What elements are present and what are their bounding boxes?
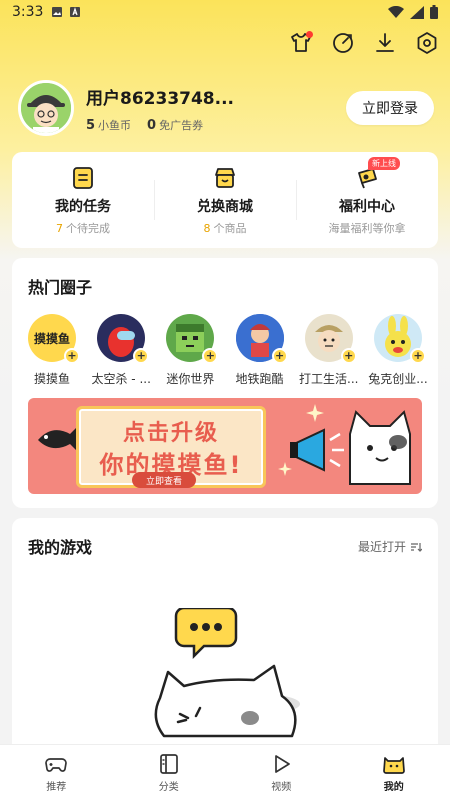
join-plus-icon[interactable]: + — [409, 348, 426, 364]
tab-recommend-label: 推荐 — [46, 781, 67, 793]
circle-name: 打工生活... — [299, 372, 359, 386]
coins-value: 5 — [86, 117, 96, 133]
coupons-value: 0 — [147, 117, 157, 133]
welfare-center-title: 福利中心 — [339, 198, 395, 215]
circle-name: 迷你世界 — [166, 372, 215, 386]
cat-face-icon — [382, 756, 405, 774]
shop-icon — [215, 167, 235, 188]
join-plus-icon[interactable]: + — [133, 348, 150, 364]
status-time: 3:33 — [12, 4, 44, 20]
category-icon — [159, 753, 178, 774]
tab-video[interactable]: 视频 — [225, 745, 338, 800]
circle-avatar: + — [97, 314, 150, 364]
bottom-tab-bar: 推荐 分类 视频 我的 — [0, 744, 450, 800]
join-plus-icon[interactable]: + — [340, 348, 357, 364]
signal-icon — [410, 5, 424, 19]
notification-dot — [306, 31, 313, 38]
battery-icon — [430, 5, 438, 19]
welfare-center-subtitle: 海量福利等你拿 — [328, 221, 406, 235]
my-tasks-title: 我的任务 — [55, 198, 111, 215]
circle-avatar: + — [373, 314, 426, 364]
upgrade-banner[interactable]: 点击升级 你的摸摸鱼! 立即查看 — [28, 398, 422, 494]
image-notification-icon — [52, 7, 63, 17]
cat-mascot-icon — [349, 410, 411, 485]
my-tasks-subtitle: 个待完成 — [66, 221, 110, 235]
circle-item[interactable]: + 迷你世界 — [160, 314, 220, 387]
megaphone-icon — [290, 428, 344, 472]
task-list-icon — [73, 166, 93, 189]
exchange-shop-item[interactable]: 兑换商城 8 个商品 — [154, 152, 296, 248]
circle-item[interactable]: + 打工生活... — [299, 314, 359, 387]
circle-name: 地铁跑酷 — [235, 372, 284, 386]
hot-circles-title: 热门圈子 — [28, 278, 93, 297]
settings-button[interactable] — [414, 30, 440, 56]
welfare-icon-wrap: 新上线 — [354, 156, 400, 191]
my-games-title: 我的游戏 — [28, 538, 93, 557]
fish-icon — [38, 428, 76, 450]
tab-mine-label: 我的 — [383, 781, 404, 793]
coupons-stat[interactable]: 0 免广告券 — [147, 117, 203, 133]
tab-recommend[interactable]: 推荐 — [0, 745, 113, 800]
top-action-bar — [288, 30, 440, 56]
banner-view-button[interactable]: 立即查看 — [132, 472, 196, 488]
join-plus-icon[interactable]: + — [64, 348, 80, 364]
sort-toggle[interactable]: 最近打开 — [358, 538, 422, 555]
status-bar: 3:33 — [0, 0, 450, 24]
my-games-card: 我的游戏 最近打开 — [12, 518, 438, 758]
coins-stat[interactable]: 5 小鱼币 — [86, 117, 131, 133]
circle-item[interactable]: 摸摸鱼 + 摸摸鱼 — [22, 314, 82, 387]
exchange-shop-subtitle: 个商品 — [213, 221, 247, 235]
new-badge: 新上线 — [368, 156, 400, 170]
tab-category-label: 分类 — [158, 781, 179, 793]
my-tasks-count: 7 — [56, 221, 63, 235]
hot-circles-card: 热门圈子 摸摸鱼 + 摸摸鱼 + 太空杀 - ... + 迷你世界 + 地铁跑酷… — [12, 258, 438, 508]
circle-avatar: + — [304, 314, 357, 364]
download-button[interactable] — [372, 30, 398, 56]
username: 用户86233748... — [86, 88, 235, 109]
login-button[interactable]: 立即登录 — [346, 91, 434, 125]
exchange-shop-count: 8 — [203, 221, 211, 235]
sort-label: 最近打开 — [357, 540, 406, 554]
settings-icon — [417, 32, 437, 54]
tab-category[interactable]: 分类 — [113, 745, 226, 800]
coins-label: 小鱼币 — [98, 118, 132, 132]
speed-button[interactable] — [330, 30, 356, 56]
exchange-shop-title: 兑换商城 — [197, 198, 253, 215]
avatar[interactable] — [18, 80, 74, 136]
my-tasks-item[interactable]: 我的任务 7 个待完成 — [12, 152, 154, 248]
empty-cat-illustration-icon — [154, 608, 300, 738]
circle-avatar: 摸摸鱼 + — [28, 314, 80, 364]
quick-actions-card: 我的任务 7 个待完成 兑换商城 8 个商品 新上线 福利中心 海量福利等你拿 — [12, 152, 438, 248]
tab-mine[interactable]: 我的 — [338, 745, 450, 800]
gamepad-icon — [45, 757, 68, 772]
text-notification-icon — [70, 7, 81, 17]
circle-item[interactable]: + 兔克创业... — [368, 314, 428, 387]
circle-item[interactable]: + 地铁跑酷 — [230, 314, 290, 387]
cartoon-avatar-icon — [21, 83, 71, 133]
circle-name: 太空杀 - ... — [91, 372, 151, 386]
circle-avatar: + — [235, 314, 288, 364]
join-plus-icon[interactable]: + — [202, 348, 219, 364]
download-icon — [376, 33, 394, 52]
tab-video-label: 视频 — [271, 781, 292, 793]
sparkle-icon — [306, 404, 324, 422]
circle-item[interactable]: + 太空杀 - ... — [91, 314, 151, 387]
sort-icon — [411, 542, 422, 552]
banner-line-1: 点击升级 — [122, 421, 219, 446]
join-plus-icon[interactable]: + — [271, 348, 288, 364]
circle-name: 摸摸鱼 — [33, 372, 70, 386]
coupons-label: 免广告券 — [159, 118, 204, 132]
wifi-icon — [388, 5, 404, 18]
circle-name: 兔克创业... — [368, 372, 428, 386]
circle-avatar: + — [166, 314, 219, 364]
profile-header: 用户86233748... 5 小鱼币 0 免广告券 立即登录 — [18, 80, 434, 136]
welfare-center-item[interactable]: 新上线 福利中心 海量福利等你拿 — [296, 152, 438, 248]
play-icon — [275, 754, 291, 773]
speedometer-icon — [333, 33, 353, 53]
dress-up-button[interactable] — [288, 30, 314, 56]
